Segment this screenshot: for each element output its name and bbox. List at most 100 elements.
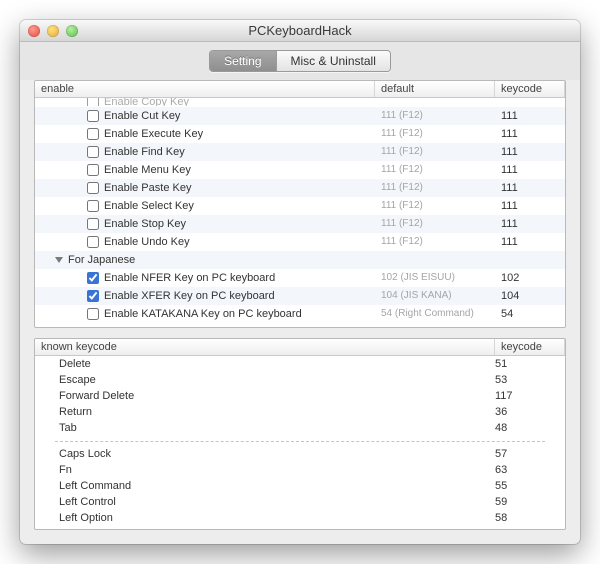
row-keycode[interactable]: 111	[495, 128, 565, 140]
table-row[interactable]: Enable Menu Key111 (F12)111	[35, 161, 565, 179]
list-item[interactable]: Left Shift56	[35, 526, 565, 529]
enable-table-header: enable default keycode	[35, 81, 565, 98]
list-item[interactable]: Forward Delete117	[35, 388, 565, 404]
row-keycode[interactable]: 104	[495, 290, 565, 302]
row-label: Enable Find Key	[104, 146, 185, 158]
known-code: 55	[495, 480, 565, 492]
zoom-icon[interactable]	[66, 25, 78, 37]
list-item[interactable]: Tab48	[35, 420, 565, 436]
enable-checkbox[interactable]	[87, 236, 99, 248]
table-row[interactable]: Enable Find Key 111 (F12)111	[35, 143, 565, 161]
list-item[interactable]: Left Option58	[35, 510, 565, 526]
tab-bar: Setting Misc & Uninstall	[20, 42, 580, 80]
list-item[interactable]: Fn63	[35, 462, 565, 478]
enable-checkbox[interactable]	[87, 164, 99, 176]
col-known-code[interactable]: keycode	[495, 339, 565, 355]
known-name: Left Shift	[35, 528, 495, 529]
col-enable[interactable]: enable	[35, 81, 375, 97]
col-default[interactable]: default	[375, 81, 495, 97]
row-label: Enable XFER Key on PC keyboard	[104, 290, 275, 302]
row-default: 54 (Right Command)	[375, 308, 495, 319]
row-label: Enable Select Key	[104, 200, 194, 212]
list-item[interactable]: Left Command55	[35, 478, 565, 494]
divider	[35, 436, 565, 446]
row-default: 111 (F12)	[375, 164, 495, 175]
enable-checkbox[interactable]	[87, 110, 99, 122]
row-default: 111 (F12)	[375, 200, 495, 211]
col-keycode[interactable]: keycode	[495, 81, 565, 97]
row-keycode[interactable]: 102	[495, 272, 565, 284]
list-item[interactable]: Caps Lock57	[35, 446, 565, 462]
window-title: PCKeyboardHack	[20, 23, 580, 38]
known-table: known keycode keycode Delete51Escape53Fo…	[34, 338, 566, 530]
table-row[interactable]: Enable XFER Key on PC keyboard 104 (JIS K…	[35, 287, 565, 305]
row-keycode[interactable]: 111	[495, 182, 565, 194]
known-code: 56	[495, 528, 565, 529]
known-table-body[interactable]: Delete51Escape53Forward Delete117Return3…	[35, 356, 565, 529]
row-default: 111 (F12)	[375, 110, 495, 121]
known-name: Left Command	[35, 480, 495, 492]
enable-checkbox[interactable]	[87, 98, 99, 107]
known-code: 58	[495, 512, 565, 524]
group-header-row[interactable]: For Japanese	[35, 251, 565, 269]
enable-checkbox[interactable]	[87, 146, 99, 158]
row-label: Enable Undo Key	[104, 236, 190, 248]
list-item[interactable]: Return36	[35, 404, 565, 420]
known-name: Delete	[35, 358, 495, 370]
row-label: Enable Paste Key	[104, 182, 191, 194]
enable-checkbox[interactable]	[87, 272, 99, 284]
tab-setting[interactable]: Setting	[210, 51, 276, 71]
row-label: Enable Cut Key	[104, 110, 180, 122]
enable-checkbox[interactable]	[87, 200, 99, 212]
known-name: Fn	[35, 464, 495, 476]
enable-table: enable default keycode Enable Copy KeyEn…	[34, 80, 566, 328]
row-keycode[interactable]: 111	[495, 218, 565, 230]
close-icon[interactable]	[28, 25, 40, 37]
known-name: Left Control	[35, 496, 495, 508]
table-row[interactable]: Enable Paste Key 111 (F12)111	[35, 179, 565, 197]
known-code: 48	[495, 422, 565, 434]
row-keycode[interactable]: 54	[495, 308, 565, 320]
table-row[interactable]: Enable Select Key 111 (F12)111	[35, 197, 565, 215]
known-code: 117	[495, 390, 565, 402]
table-row[interactable]: Enable NFER Key on PC keyboard102 (JIS E…	[35, 269, 565, 287]
known-name: Left Option	[35, 512, 495, 524]
minimize-icon[interactable]	[47, 25, 59, 37]
list-item[interactable]: Left Control59	[35, 494, 565, 510]
col-known-name[interactable]: known keycode	[35, 339, 495, 355]
group-label: For Japanese	[68, 254, 135, 266]
table-row[interactable]: Enable Copy Key	[35, 98, 565, 107]
table-row[interactable]: Enable Stop Key 111 (F12)111	[35, 215, 565, 233]
row-keycode[interactable]: 111	[495, 110, 565, 122]
row-keycode[interactable]: 111	[495, 146, 565, 158]
table-row[interactable]: Enable KATAKANA Key on PC keyboard54 (Ri…	[35, 305, 565, 323]
table-row[interactable]: Enable Execute Key111 (F12)111	[35, 125, 565, 143]
known-code: 59	[495, 496, 565, 508]
row-default: 111 (F12)	[375, 146, 495, 157]
enable-checkbox[interactable]	[87, 218, 99, 230]
enable-checkbox[interactable]	[87, 290, 99, 302]
row-keycode[interactable]: 111	[495, 200, 565, 212]
row-label: Enable Stop Key	[104, 218, 186, 230]
known-code: 36	[495, 406, 565, 418]
chevron-down-icon[interactable]	[55, 257, 63, 263]
list-item[interactable]: Delete51	[35, 356, 565, 372]
row-keycode[interactable]: 111	[495, 164, 565, 176]
enable-checkbox[interactable]	[87, 128, 99, 140]
enable-checkbox[interactable]	[87, 182, 99, 194]
enable-checkbox[interactable]	[87, 308, 99, 320]
row-default: 111 (F12)	[375, 218, 495, 229]
table-row[interactable]: Enable Cut Key 111 (F12)111	[35, 107, 565, 125]
row-keycode[interactable]: 111	[495, 236, 565, 248]
tab-misc[interactable]: Misc & Uninstall	[277, 51, 390, 71]
row-default: 104 (JIS KANA)	[375, 290, 495, 301]
row-default: 111 (F12)	[375, 182, 495, 193]
enable-table-body[interactable]: Enable Copy KeyEnable Cut Key111 (F12)11…	[35, 98, 565, 327]
list-item[interactable]: Escape53	[35, 372, 565, 388]
known-table-header: known keycode keycode	[35, 339, 565, 356]
known-name: Return	[35, 406, 495, 418]
table-row[interactable]: Enable Undo Key111 (F12)111	[35, 233, 565, 251]
tabs: Setting Misc & Uninstall	[209, 50, 391, 72]
row-label: Enable Copy Key	[104, 98, 189, 107]
row-default: 111 (F12)	[375, 128, 495, 139]
